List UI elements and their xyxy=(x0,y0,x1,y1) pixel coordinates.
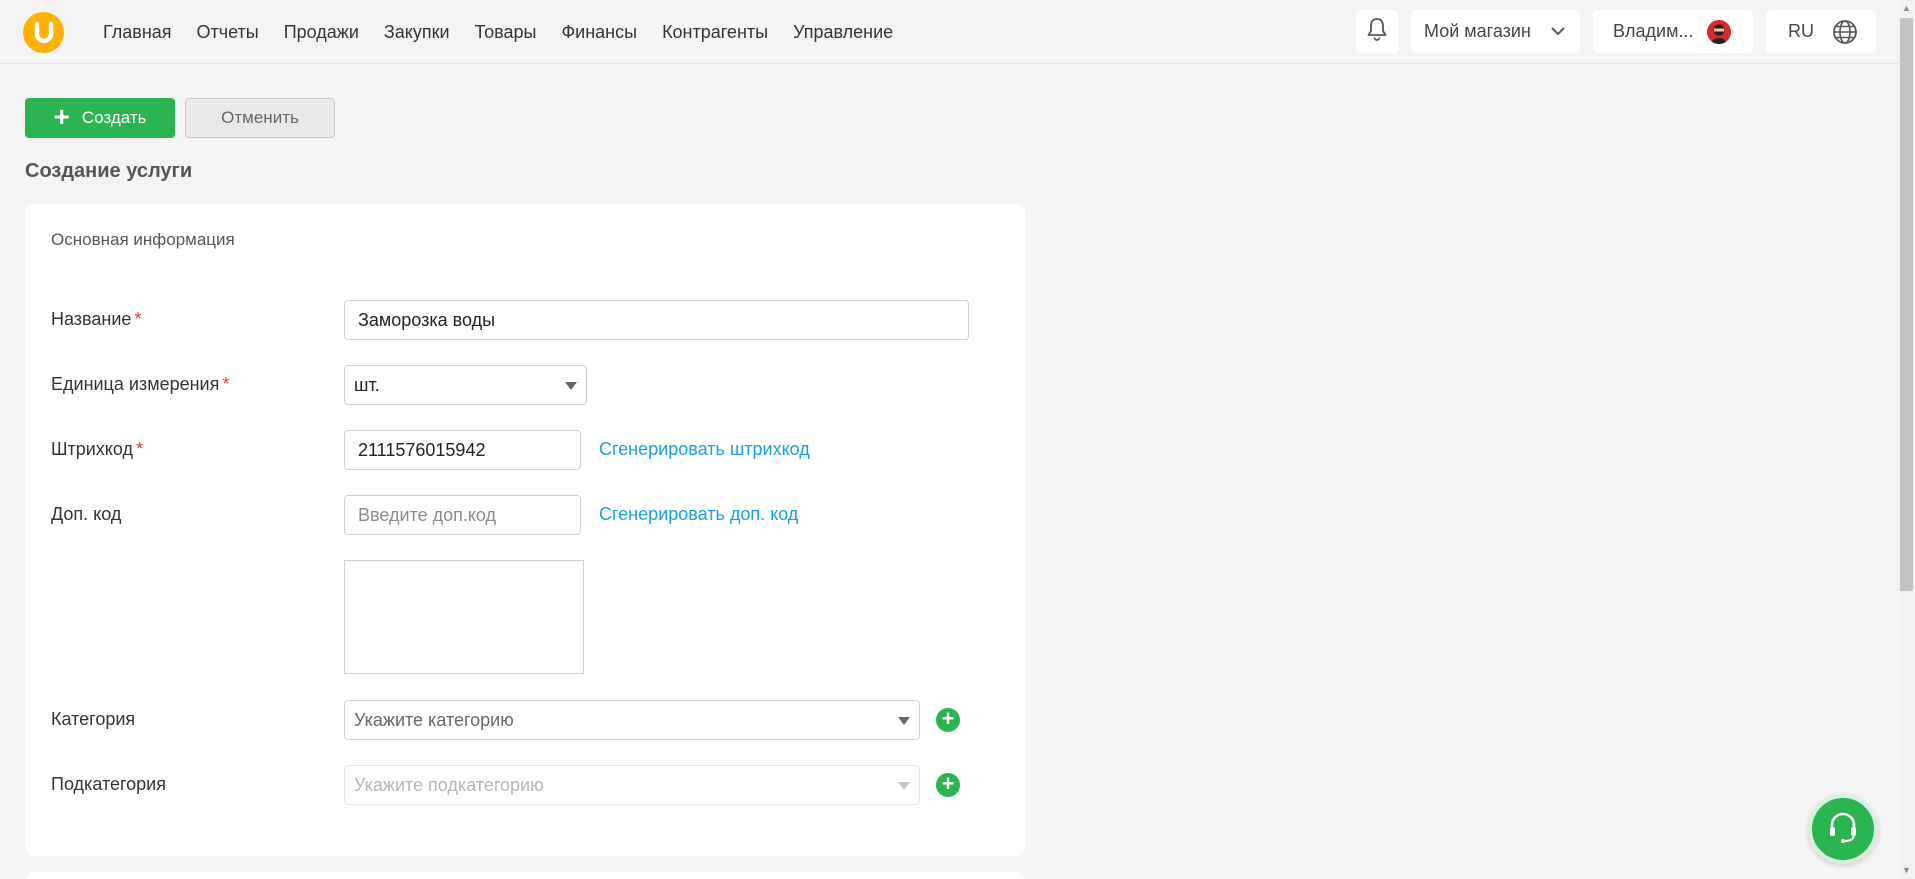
scroll-up-arrow-icon[interactable]: ▲ xyxy=(1901,3,1912,13)
dropdown-arrow-icon xyxy=(565,382,577,390)
name-label-text: Название xyxy=(51,309,132,329)
user-name: Владим... xyxy=(1613,21,1694,41)
nav-item-management[interactable]: Управление xyxy=(793,22,893,43)
name-label: Название * xyxy=(51,309,141,330)
notifications-button[interactable] xyxy=(1356,10,1398,53)
category-label: Категория xyxy=(51,709,136,729)
nav-item-sales[interactable]: Продажи xyxy=(284,22,359,43)
generate-extra-code-link[interactable]: Сгенерировать доп. код xyxy=(599,504,798,525)
bell-icon xyxy=(1366,17,1388,46)
plus-icon: + xyxy=(53,100,70,132)
user-menu[interactable]: Владим... xyxy=(1593,10,1753,53)
top-bar: Главная Отчеты Продажи Закупки Товары Фи… xyxy=(0,0,1898,64)
main-info-card: Основная информация Название* Единица из… xyxy=(25,204,1025,856)
subcategory-label: Подкатегория xyxy=(51,774,166,794)
barcode-label-text: Штрихкод xyxy=(51,439,134,459)
scrollbar-thumb[interactable] xyxy=(1900,18,1913,591)
extra-code-input[interactable] xyxy=(344,495,581,535)
unit-label: Единица измерения * xyxy=(51,374,229,395)
language-selector[interactable]: RU xyxy=(1766,10,1876,53)
category-select[interactable]: Укажите категорию xyxy=(344,700,920,740)
nav-item-counterparties[interactable]: Контрагенты xyxy=(662,22,768,43)
support-chat-button[interactable] xyxy=(1808,794,1878,864)
section-title: Основная информация xyxy=(51,230,235,249)
unit-label-text: Единица измерения xyxy=(51,374,220,394)
nav-item-purchases[interactable]: Закупки xyxy=(384,22,450,43)
scroll-down-arrow-icon[interactable]: ▼ xyxy=(1901,865,1912,875)
logo-icon[interactable] xyxy=(23,12,64,53)
chevron-down-icon xyxy=(1550,23,1566,44)
subcategory-select: Укажите подкатегорию xyxy=(344,765,920,805)
unit-select-value: шт. xyxy=(354,374,380,395)
unit-select[interactable]: шт. xyxy=(344,365,587,405)
nav-item-home[interactable]: Главная xyxy=(103,22,172,43)
nav-item-reports[interactable]: Отчеты xyxy=(197,22,259,43)
add-category-button[interactable]: + xyxy=(936,708,960,732)
subcategory-select-placeholder: Укажите подкатегорию xyxy=(354,774,544,795)
add-subcategory-button[interactable]: + xyxy=(936,773,960,797)
barcode-input[interactable] xyxy=(344,430,581,470)
cancel-button[interactable]: Отменить xyxy=(185,98,335,138)
generate-barcode-link[interactable]: Сгенерировать штрихкод xyxy=(599,439,810,460)
dropdown-arrow-icon xyxy=(898,782,910,790)
create-button[interactable]: + Создать xyxy=(25,98,175,138)
name-input[interactable] xyxy=(344,300,969,340)
avatar xyxy=(1707,20,1731,44)
nav-item-products[interactable]: Товары xyxy=(475,22,537,43)
create-button-label: Создать xyxy=(81,108,147,127)
next-card xyxy=(25,872,1025,879)
language-code: RU xyxy=(1788,21,1814,41)
required-mark: * xyxy=(222,374,230,394)
dropdown-arrow-icon xyxy=(898,717,910,725)
main-nav: Главная Отчеты Продажи Закупки Товары Фи… xyxy=(103,0,918,64)
headset-icon xyxy=(1825,809,1861,850)
required-mark: * xyxy=(136,439,144,459)
store-selector[interactable]: Мой магазин xyxy=(1411,10,1580,53)
nav-item-finance[interactable]: Финансы xyxy=(561,22,637,43)
category-select-placeholder: Укажите категорию xyxy=(354,709,514,730)
extra-code-label: Доп. код xyxy=(51,504,122,524)
page-title: Создание услуги xyxy=(25,160,193,182)
image-upload-area[interactable] xyxy=(344,560,584,674)
required-mark: * xyxy=(134,309,142,329)
barcode-label: Штрихкод * xyxy=(51,439,143,460)
globe-icon xyxy=(1832,19,1858,50)
store-name: Мой магазин xyxy=(1424,21,1531,41)
